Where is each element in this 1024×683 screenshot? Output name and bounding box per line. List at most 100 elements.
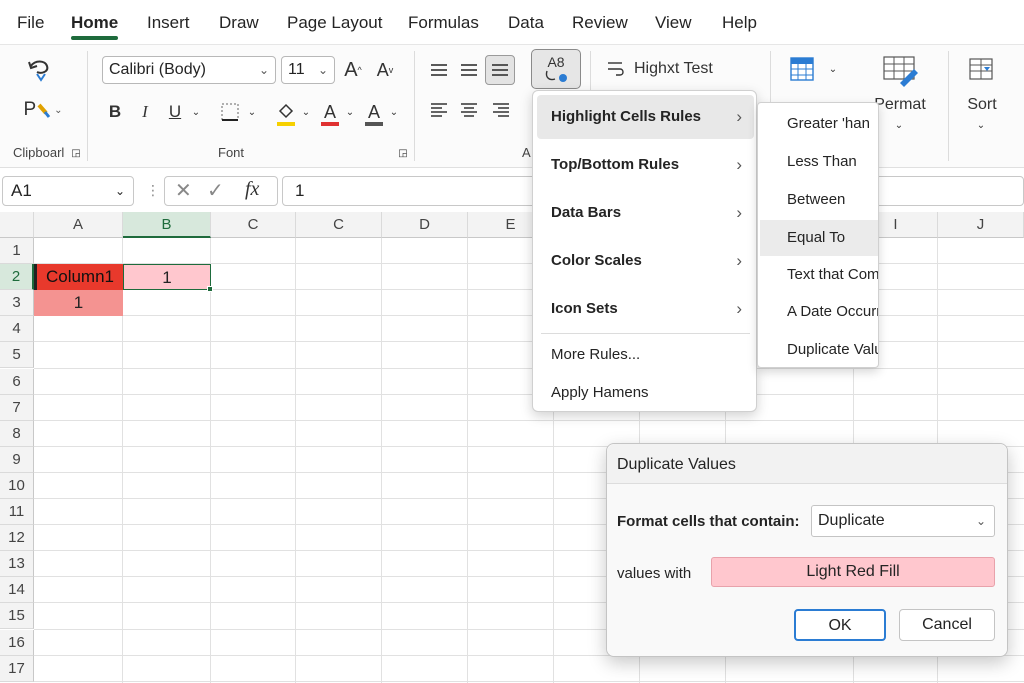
submenu-item-between[interactable]: Between xyxy=(760,182,878,218)
chevron-down-icon[interactable]: ⌄ xyxy=(974,117,988,133)
chevron-down-icon[interactable]: ⌄ xyxy=(892,117,906,133)
submenu-item-duplicate-values[interactable]: Duplicate Valu xyxy=(760,332,878,367)
menu-item-color-scales[interactable]: Color Scales › xyxy=(537,239,754,283)
row-header[interactable]: 12 xyxy=(0,525,34,552)
chevron-down-icon[interactable]: ⌄ xyxy=(344,99,356,125)
submenu-item-less-than[interactable]: Less Than xyxy=(760,144,878,180)
menu-item-data-bars[interactable]: Data Bars › xyxy=(537,191,754,235)
cancel-icon[interactable]: ✕ xyxy=(175,178,192,203)
row-header[interactable]: 3 xyxy=(0,290,34,317)
cell-b2[interactable]: 1 xyxy=(123,264,211,290)
tab-draw[interactable]: Draw xyxy=(219,0,259,44)
fill-handle[interactable] xyxy=(207,286,213,292)
row-header[interactable]: 2 xyxy=(0,264,34,291)
tab-review[interactable]: Review xyxy=(572,0,628,44)
chevron-right-icon: › xyxy=(736,299,742,318)
dialog-launcher-icon[interactable]: ◲ xyxy=(398,147,408,159)
select-all-corner[interactable] xyxy=(0,212,34,238)
format-style-select[interactable]: Light Red Fill xyxy=(711,557,995,587)
name-box[interactable]: A1 ⌄ xyxy=(2,176,134,206)
font-name-combo[interactable]: Calibri (Body) ⌄ xyxy=(102,56,276,84)
highlight-font-button[interactable]: A xyxy=(362,97,386,127)
font-name-value: Calibri (Body) xyxy=(109,61,206,78)
shrink-font-button[interactable]: Av xyxy=(373,57,397,83)
menu-item-manage-rules[interactable]: Apply Hamens xyxy=(537,375,754,411)
conditional-formatting-label: A8 xyxy=(547,54,565,70)
format-cells-label: Format cells that contain: xyxy=(617,513,800,530)
font-size-combo[interactable]: 11 ⌄ xyxy=(281,56,335,84)
underline-button[interactable]: U xyxy=(164,99,186,125)
tab-formulas[interactable]: Formulas xyxy=(408,0,479,44)
align-bottom-button[interactable] xyxy=(485,55,515,85)
column-header[interactable]: C xyxy=(211,212,296,238)
menu-item-highlight-cells-rules[interactable]: Highlight Cells Rules › xyxy=(537,95,754,139)
format-button[interactable]: Permat xyxy=(872,95,928,115)
row-header[interactable]: 13 xyxy=(0,551,34,578)
chevron-down-icon[interactable]: ⌄ xyxy=(300,99,312,125)
column-header[interactable]: C xyxy=(296,212,382,238)
row-header[interactable]: 4 xyxy=(0,316,34,343)
row-header[interactable]: 16 xyxy=(0,629,34,656)
row-header[interactable]: 8 xyxy=(0,420,34,447)
row-header[interactable]: 17 xyxy=(0,655,34,682)
tab-page-layout[interactable]: Page Layout xyxy=(287,0,382,44)
align-middle-icon xyxy=(461,64,477,76)
column-header[interactable]: J xyxy=(938,212,1024,238)
tab-data[interactable]: Data xyxy=(508,0,544,44)
row-header[interactable]: 7 xyxy=(0,394,34,421)
chevron-down-icon[interactable]: ⌄ xyxy=(826,57,840,81)
column-header[interactable]: B xyxy=(123,212,211,238)
cell-a2[interactable]: Column1 xyxy=(34,264,123,290)
ok-button[interactable]: OK xyxy=(794,609,886,641)
align-center-button[interactable] xyxy=(456,97,482,123)
align-middle-button[interactable] xyxy=(456,57,482,83)
tab-view[interactable]: View xyxy=(655,0,692,44)
chevron-down-icon[interactable]: ⌄ xyxy=(246,99,258,125)
cancel-button[interactable]: Cancel xyxy=(899,609,995,641)
chevron-down-icon[interactable]: ⌄ xyxy=(190,99,202,125)
format-painter-icon[interactable] xyxy=(22,53,56,87)
column-header[interactable]: A xyxy=(34,212,123,238)
dialog-launcher-icon[interactable]: ◲ xyxy=(71,147,81,159)
tab-file[interactable]: File xyxy=(17,0,44,44)
submenu-item-date-occurring[interactable]: A Date Occurr xyxy=(760,294,878,330)
row-header[interactable]: 9 xyxy=(0,446,34,473)
grow-font-button[interactable]: A ^ xyxy=(341,57,365,83)
row-header[interactable]: 1 xyxy=(0,238,34,265)
row-header[interactable]: 11 xyxy=(0,499,34,526)
paste-button[interactable]: P ⌄ xyxy=(20,93,66,127)
duplicate-type-select[interactable]: Duplicate ⌄ xyxy=(811,505,995,537)
row-header[interactable]: 6 xyxy=(0,368,34,395)
conditional-formatting-button[interactable]: A8 xyxy=(531,49,581,89)
font-color-button[interactable]: A xyxy=(318,97,342,127)
submenu-item-text-that-contains[interactable]: Text that Com xyxy=(760,257,878,293)
menu-item-more-rules[interactable]: More Rules... xyxy=(537,337,754,373)
sort-button[interactable]: Sort xyxy=(962,95,1002,115)
row-header[interactable]: 15 xyxy=(0,603,34,630)
fill-color-button[interactable] xyxy=(274,97,298,127)
tab-help[interactable]: Help xyxy=(722,0,757,44)
cell-a3[interactable]: 1 xyxy=(34,290,123,316)
menu-item-top-bottom-rules[interactable]: Top/Bottom Rules › xyxy=(537,143,754,187)
insert-function-button[interactable]: fx xyxy=(245,178,259,201)
align-left-icon xyxy=(431,103,447,117)
borders-button[interactable] xyxy=(218,99,242,125)
bold-button[interactable]: B xyxy=(104,99,126,125)
align-left-button[interactable] xyxy=(426,97,452,123)
row-header[interactable]: 10 xyxy=(0,472,34,499)
tab-insert[interactable]: Insert xyxy=(147,0,190,44)
wrap-text-button[interactable]: Highxt Test xyxy=(634,55,718,83)
chevron-down-icon[interactable]: ⌄ xyxy=(388,99,400,125)
menu-item-icon-sets[interactable]: Icon Sets › xyxy=(537,287,754,331)
align-right-button[interactable] xyxy=(488,97,514,123)
format-as-table-button[interactable] xyxy=(786,53,818,85)
italic-button[interactable]: I xyxy=(134,99,156,125)
tab-home[interactable]: Home xyxy=(71,0,119,44)
submenu-item-equal-to[interactable]: Equal To xyxy=(760,220,878,256)
column-header[interactable]: D xyxy=(382,212,468,238)
submenu-item-greater-than[interactable]: Greater 'han xyxy=(760,106,878,142)
align-top-button[interactable] xyxy=(426,57,452,83)
row-header[interactable]: 5 xyxy=(0,342,34,369)
row-header[interactable]: 14 xyxy=(0,577,34,604)
enter-icon[interactable]: ✓ xyxy=(207,178,224,203)
